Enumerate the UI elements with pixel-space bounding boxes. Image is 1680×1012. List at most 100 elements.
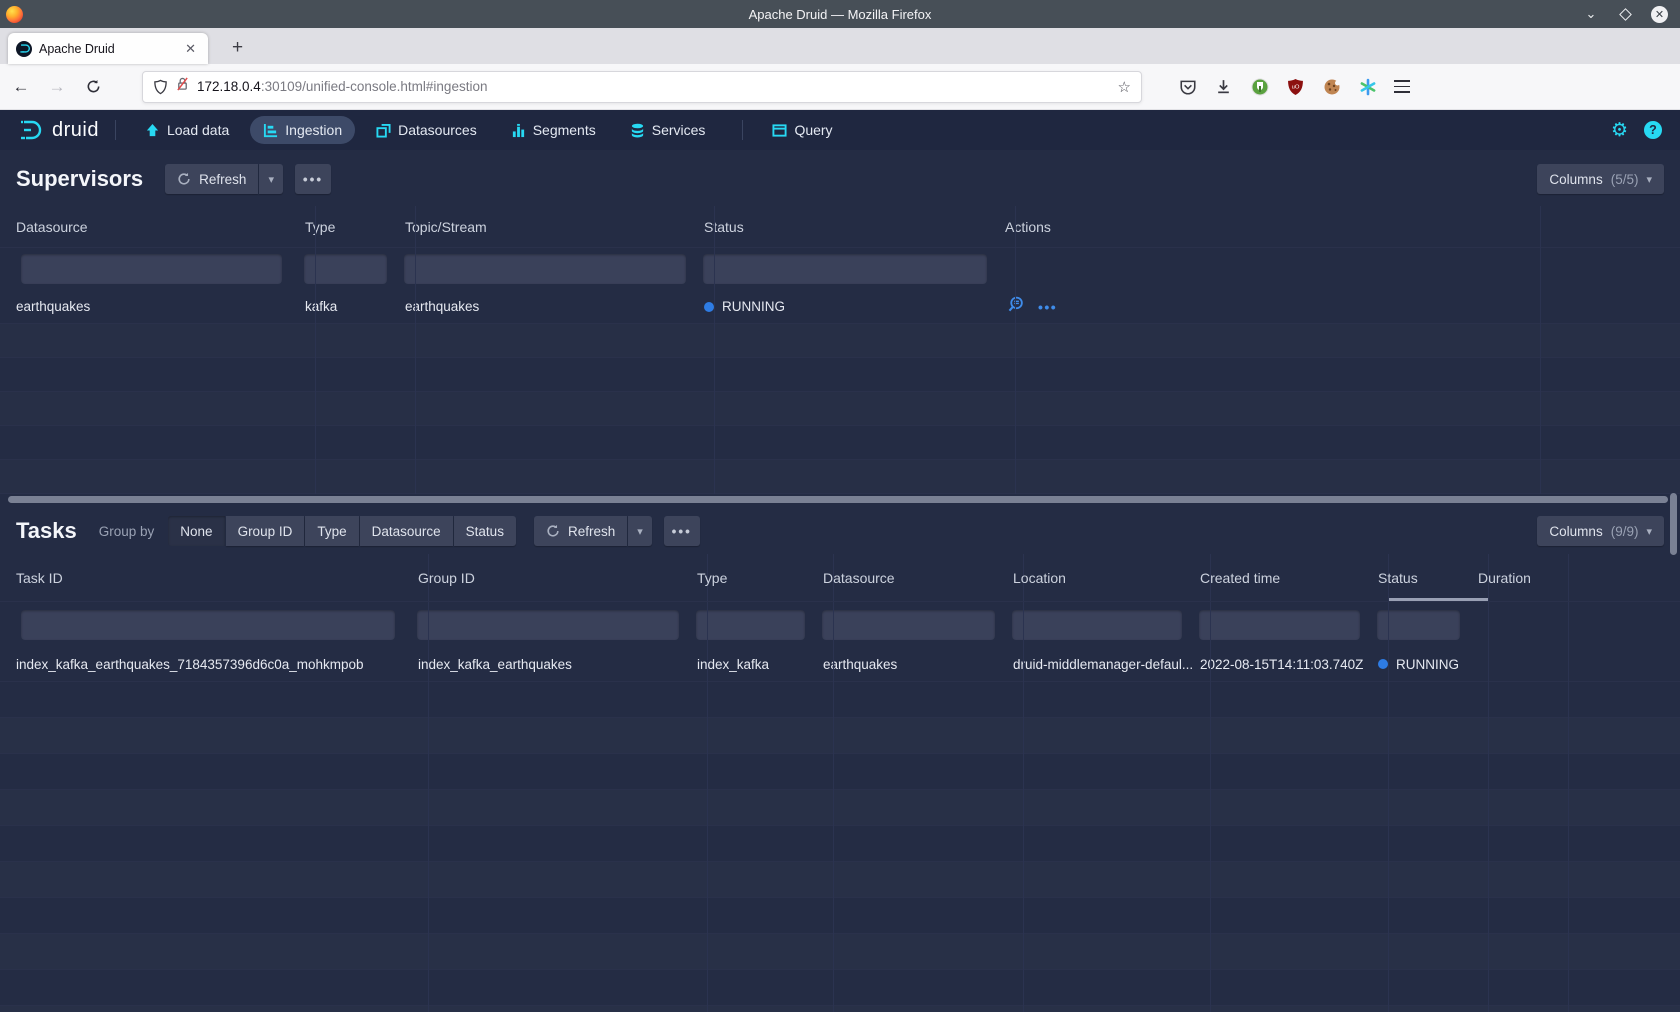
nav-label: Ingestion bbox=[285, 122, 342, 138]
bookmark-star-icon[interactable]: ☆ bbox=[1118, 78, 1131, 96]
tasks-columns-button[interactable]: Columns (9/9) ▾ bbox=[1537, 516, 1664, 546]
nav-ingestion[interactable]: Ingestion bbox=[250, 116, 355, 144]
column-header-sorted[interactable]: Status bbox=[1372, 570, 1472, 586]
nav-datasources[interactable]: Datasources bbox=[363, 116, 490, 144]
empty-row bbox=[0, 970, 1680, 1006]
druid-logo-icon bbox=[18, 117, 44, 143]
supervisor-row[interactable]: earthquakes kafka earthquakes RUNNING ••… bbox=[0, 290, 1680, 324]
filter-status-input[interactable] bbox=[1377, 610, 1460, 640]
chevron-down-icon: ▾ bbox=[268, 173, 274, 186]
load-data-icon bbox=[145, 123, 160, 138]
tasks-filter-row bbox=[0, 602, 1680, 647]
horizontal-scrollbar[interactable] bbox=[8, 496, 1672, 504]
column-header[interactable]: Status bbox=[698, 219, 999, 235]
minimize-icon[interactable]: ⌄ bbox=[1583, 6, 1599, 22]
group-by-datasource-button[interactable]: Datasource bbox=[360, 516, 453, 546]
column-header[interactable]: Topic/Stream bbox=[399, 219, 698, 235]
url-host: 172.18.0.4 bbox=[197, 79, 261, 94]
column-header[interactable]: Type bbox=[691, 570, 817, 586]
status-label: RUNNING bbox=[722, 299, 785, 314]
group-by-none-button[interactable]: None bbox=[168, 516, 224, 546]
group-by-group-id-button[interactable]: Group ID bbox=[226, 516, 305, 546]
segments-icon bbox=[511, 123, 526, 138]
status-dot-icon bbox=[704, 302, 714, 312]
tasks-refresh-button[interactable]: Refresh bbox=[534, 516, 627, 546]
tab-close-icon[interactable]: ✕ bbox=[181, 40, 200, 58]
settings-gear-icon[interactable]: ⚙ bbox=[1611, 119, 1628, 142]
new-tab-button[interactable]: + bbox=[224, 35, 251, 64]
url-text[interactable]: 172.18.0.4:30109/unified-console.html#in… bbox=[197, 79, 1110, 94]
maximize-icon[interactable] bbox=[1619, 8, 1632, 21]
group-by-segmented: None Group ID Type Datasource Status bbox=[168, 516, 516, 546]
filter-location-input[interactable] bbox=[1012, 610, 1182, 640]
filter-datasource-input[interactable] bbox=[21, 254, 282, 284]
column-header[interactable]: Location bbox=[1007, 570, 1194, 586]
menu-icon[interactable] bbox=[1394, 80, 1410, 92]
group-by-status-button[interactable]: Status bbox=[454, 516, 516, 546]
ingestion-icon bbox=[263, 123, 278, 138]
column-header[interactable]: Group ID bbox=[412, 570, 691, 586]
tasks-header-row: Task ID Group ID Type Datasource Locatio… bbox=[0, 554, 1680, 602]
filter-status-input[interactable] bbox=[703, 254, 987, 284]
row-more-icon[interactable]: ••• bbox=[1038, 299, 1057, 315]
task-id: index_kafka_earthquakes_7184357396d6c0a_… bbox=[0, 657, 412, 672]
supervisors-refresh-button[interactable]: Refresh bbox=[165, 164, 258, 194]
filter-task-id-input[interactable] bbox=[21, 610, 395, 640]
column-header[interactable]: Datasource bbox=[817, 570, 1007, 586]
shield-icon[interactable] bbox=[153, 79, 168, 95]
filter-group-id-input[interactable] bbox=[417, 610, 679, 640]
column-header[interactable]: Task ID bbox=[0, 570, 412, 586]
task-row[interactable]: index_kafka_earthquakes_7184357396d6c0a_… bbox=[0, 647, 1680, 682]
cookie-icon[interactable] bbox=[1322, 77, 1341, 96]
nav-load-data[interactable]: Load data bbox=[132, 116, 242, 144]
druid-brand[interactable]: druid bbox=[18, 117, 99, 143]
column-header[interactable]: Type bbox=[299, 219, 399, 235]
reload-icon[interactable] bbox=[78, 72, 108, 102]
filter-topic-input[interactable] bbox=[404, 254, 686, 284]
brand-name: druid bbox=[52, 119, 99, 142]
group-by-type-button[interactable]: Type bbox=[305, 516, 358, 546]
columns-label: Columns bbox=[1549, 172, 1602, 187]
supervisor-datasource: earthquakes bbox=[0, 299, 299, 314]
nav-services[interactable]: Services bbox=[617, 116, 719, 144]
filter-type-input[interactable] bbox=[696, 610, 805, 640]
tasks-more-button[interactable]: ••• bbox=[664, 516, 700, 546]
tab-apache-druid[interactable]: Apache Druid ✕ bbox=[8, 33, 208, 64]
tasks-title: Tasks bbox=[16, 518, 77, 544]
task-created-time: 2022-08-15T14:11:03.740Z bbox=[1194, 657, 1372, 672]
filter-type-input[interactable] bbox=[304, 254, 387, 284]
filter-created-time-input[interactable] bbox=[1199, 610, 1360, 640]
lock-slash-icon[interactable] bbox=[176, 76, 189, 97]
asterisk-extension-icon[interactable] bbox=[1358, 77, 1377, 96]
column-header[interactable]: Datasource bbox=[0, 219, 299, 235]
back-icon[interactable]: ← bbox=[6, 72, 36, 102]
help-icon[interactable]: ? bbox=[1644, 121, 1662, 139]
extension-green-icon[interactable] bbox=[1250, 77, 1269, 96]
nav-segments[interactable]: Segments bbox=[498, 116, 609, 144]
column-header[interactable]: Created time bbox=[1194, 570, 1372, 586]
detail-magnify-icon[interactable] bbox=[1007, 296, 1024, 318]
column-header[interactable]: Actions bbox=[999, 219, 1524, 235]
filter-datasource-input[interactable] bbox=[822, 610, 995, 640]
supervisor-topic: earthquakes bbox=[399, 299, 698, 314]
close-icon[interactable]: ✕ bbox=[1651, 6, 1668, 23]
window-titlebar: Apache Druid — Mozilla Firefox ⌄ ✕ bbox=[0, 0, 1680, 28]
url-bar[interactable]: 172.18.0.4:30109/unified-console.html#in… bbox=[142, 71, 1142, 103]
task-type: index_kafka bbox=[691, 657, 817, 672]
nav-query[interactable]: Query bbox=[759, 116, 845, 144]
column-header[interactable]: Duration bbox=[1472, 570, 1552, 586]
supervisors-more-button[interactable]: ••• bbox=[295, 164, 331, 194]
forward-icon: → bbox=[42, 72, 72, 102]
pocket-icon[interactable] bbox=[1178, 77, 1197, 96]
supervisors-columns-button[interactable]: Columns (5/5) ▾ bbox=[1537, 164, 1664, 194]
supervisors-title: Supervisors bbox=[16, 166, 143, 192]
ublock-icon[interactable]: uO bbox=[1286, 77, 1305, 96]
refresh-label: Refresh bbox=[199, 172, 246, 187]
tasks-refresh-dropdown[interactable]: ▾ bbox=[628, 516, 652, 546]
task-datasource: earthquakes bbox=[817, 657, 1007, 672]
supervisors-refresh-dropdown[interactable]: ▾ bbox=[259, 164, 283, 194]
empty-row bbox=[0, 862, 1680, 898]
status-dot-icon bbox=[1378, 659, 1388, 669]
empty-row bbox=[0, 460, 1680, 494]
downloads-icon[interactable] bbox=[1214, 77, 1233, 96]
